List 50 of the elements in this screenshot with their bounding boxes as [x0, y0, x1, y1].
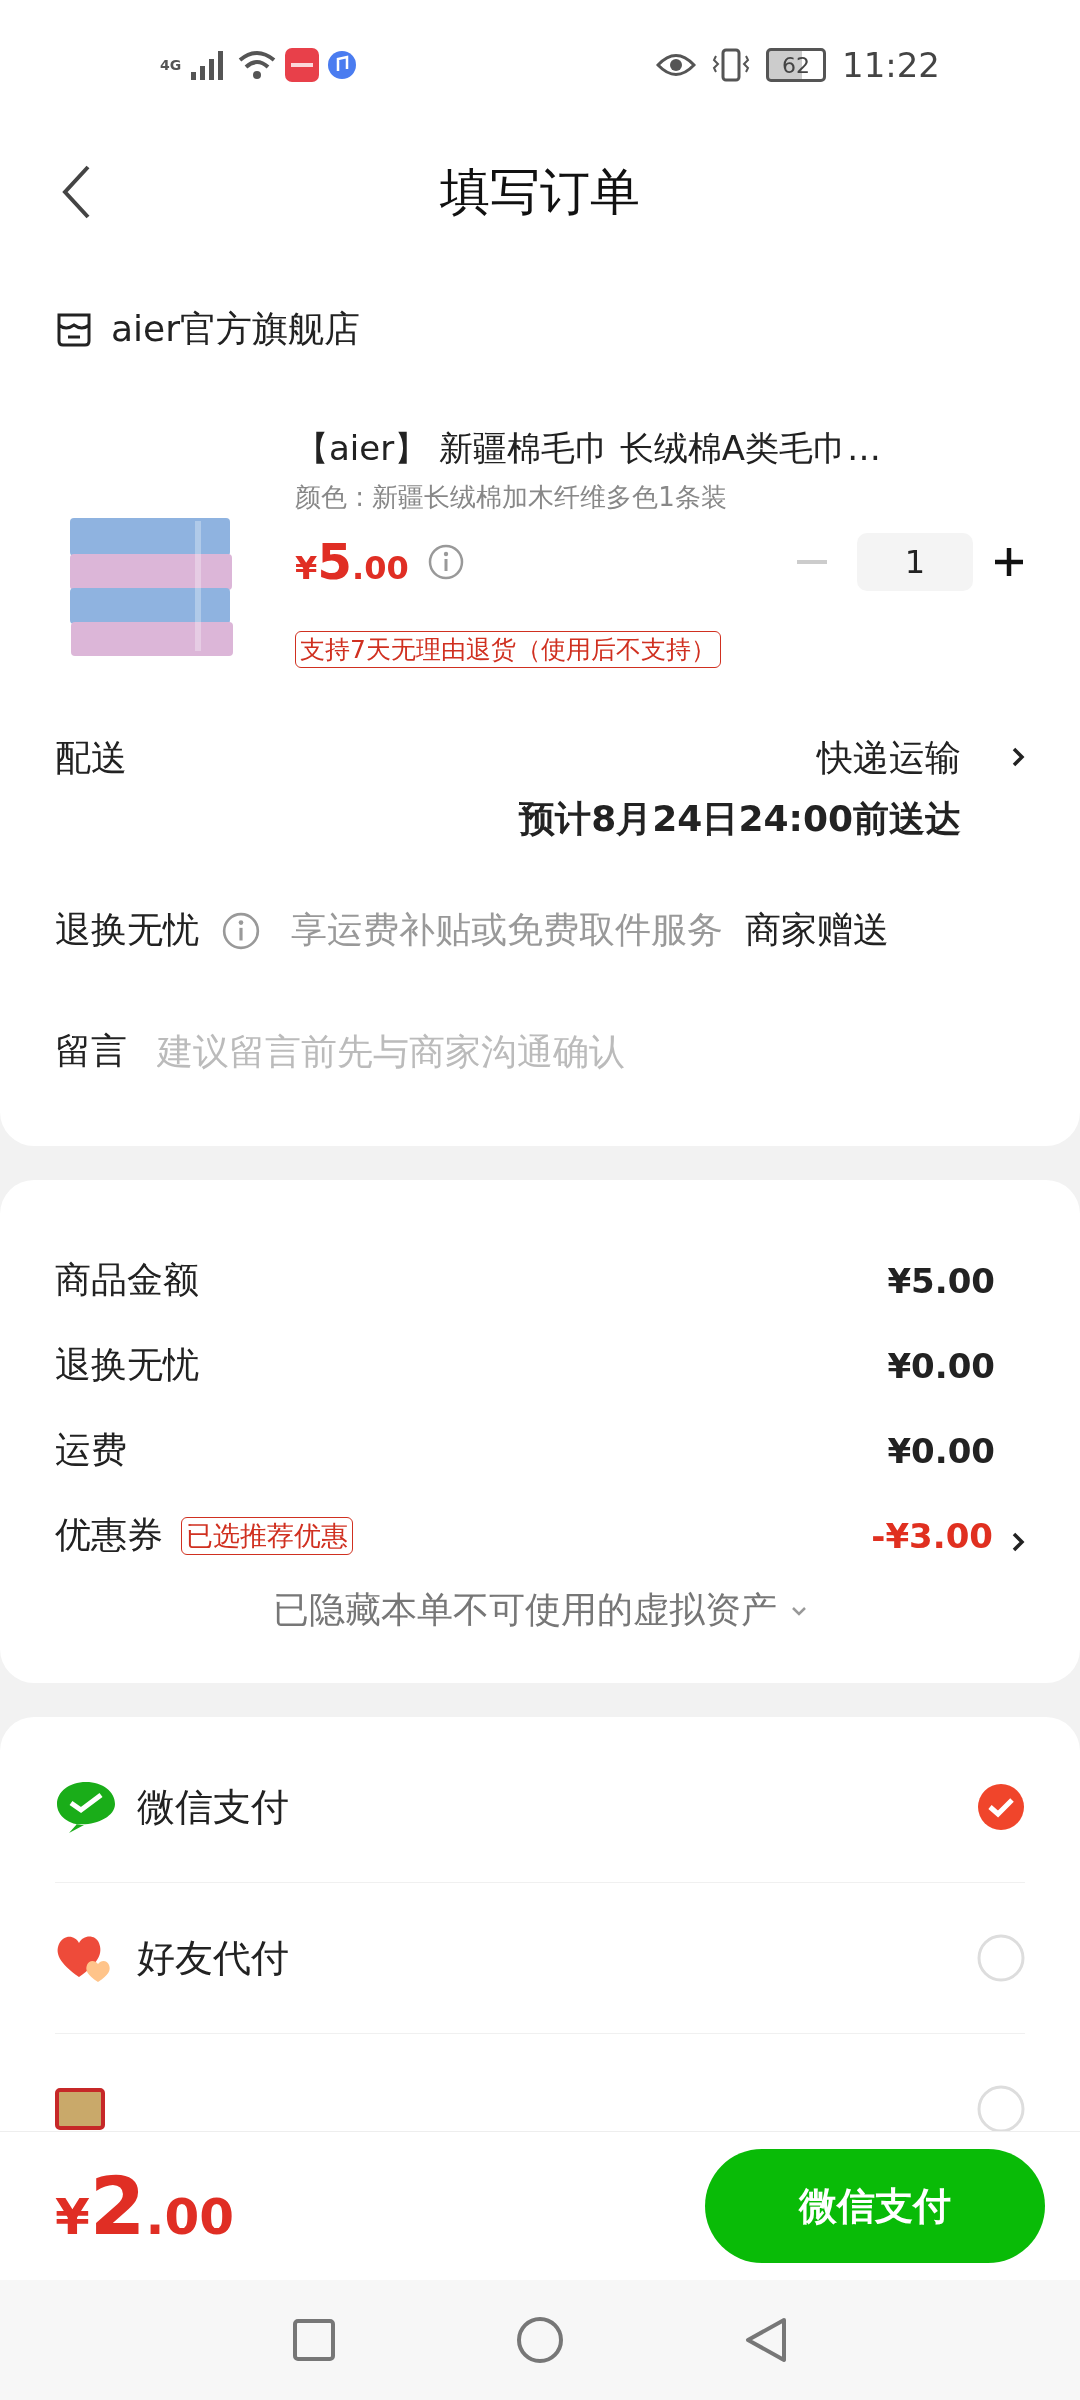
music-icon — [327, 50, 358, 80]
product-price: ¥5.00 — [295, 533, 409, 591]
home-icon[interactable] — [516, 2316, 564, 2364]
wifi-icon — [237, 48, 278, 82]
returns-label: 退换无忧 — [55, 908, 199, 952]
summary-amount: ¥0.00 — [887, 1345, 995, 1386]
summary-label: 退换无忧 — [55, 1343, 199, 1387]
total-price: ¥2.00 — [55, 2159, 235, 2253]
returns-value: 商家赠送 — [745, 908, 889, 952]
page-title: 填写订单 — [440, 162, 640, 223]
payment-option[interactable]: 微信支付 — [137, 1781, 289, 1833]
radio-button[interactable] — [977, 2085, 1025, 2131]
summary-label: 运费 — [55, 1428, 127, 1472]
return-policy-tag: 支持7天无理由退货（使用后不支持） — [295, 631, 721, 668]
clock: 11:22 — [842, 45, 940, 85]
network-label: 4G — [160, 57, 182, 73]
info-icon[interactable] — [426, 543, 465, 581]
back-icon[interactable] — [744, 2316, 788, 2364]
plus-icon[interactable] — [993, 546, 1025, 578]
delivery-method[interactable]: 快递运输 — [817, 734, 961, 783]
info-icon[interactable] — [221, 910, 261, 951]
delivery-estimate: 预计8月24日24:00前送达 — [519, 797, 961, 841]
payment-option[interactable]: 好友代付 — [137, 1932, 289, 1984]
note-label: 留言 — [55, 1029, 127, 1073]
product-title: 【aier】 新疆棉毛巾 长绒棉A类毛巾… — [295, 427, 883, 470]
battery-icon: 62 — [766, 48, 826, 82]
card-icon — [55, 2088, 105, 2130]
chat-bubble-icon — [55, 1779, 117, 1835]
discount-amount[interactable]: -¥3.00 — [871, 1515, 993, 1556]
radio-button[interactable] — [977, 1934, 1025, 1982]
back-icon[interactable] — [60, 164, 92, 220]
returns-description: 享运费补贴或免费取件服务 — [291, 908, 723, 952]
summary-label: 优惠券 — [55, 1513, 163, 1557]
summary-label: 商品金额 — [55, 1258, 199, 1302]
chevron-icon[interactable] — [1011, 1530, 1025, 1553]
caret-icon[interactable] — [791, 1605, 807, 1616]
delivery-label: 配送 — [55, 736, 127, 780]
checked-radio[interactable] — [977, 1783, 1025, 1831]
coupon-tag: 已选推荐优惠 — [181, 1516, 353, 1555]
eye-icon — [656, 52, 696, 78]
recents-icon[interactable] — [292, 2318, 336, 2362]
product-variant: 颜色 : 新疆长绒棉加木纤维多色1条装 — [295, 481, 728, 514]
app-icon — [285, 48, 320, 82]
summary-amount: ¥5.00 — [887, 1260, 995, 1301]
quantity-field[interactable]: 1 — [857, 533, 973, 591]
hidden-assets-toggle[interactable]: 已隐藏本单不可使用的虚拟资产 — [273, 1586, 777, 1635]
summary-amount: ¥0.00 — [887, 1430, 995, 1471]
chevron-icon[interactable] — [1011, 746, 1025, 768]
shop-name[interactable]: aier官方旗舰店 — [111, 305, 360, 354]
vibrate-icon — [712, 48, 750, 82]
